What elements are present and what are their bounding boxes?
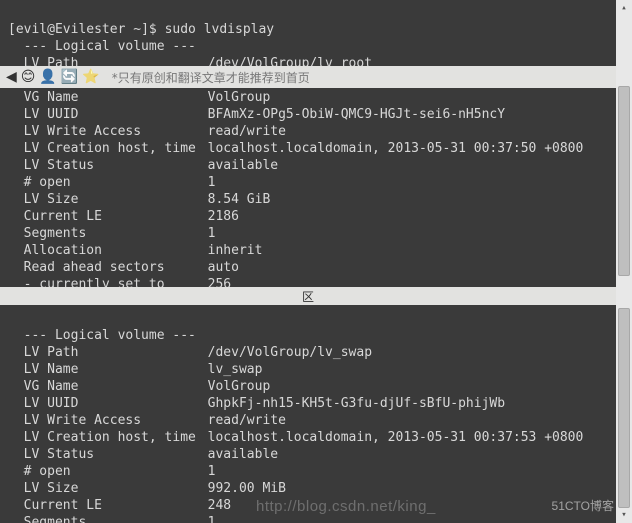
label: Current LE xyxy=(24,208,208,225)
value: inherit xyxy=(208,243,263,258)
value: read/write xyxy=(208,413,286,428)
value: available xyxy=(208,447,278,462)
section-header: --- Logical volume --- xyxy=(24,328,196,343)
value: 2186 xyxy=(208,209,239,224)
scroll-up-arrow[interactable]: ▴ xyxy=(616,0,632,16)
label: Allocation xyxy=(24,242,208,259)
label: LV Name xyxy=(24,361,208,378)
label: LV Path xyxy=(24,344,208,361)
vertical-scrollbar[interactable]: ▴ ▾ xyxy=(616,0,632,523)
label: # open xyxy=(24,463,208,480)
command-text: sudo lvdisplay xyxy=(165,22,275,37)
value: /dev/VolGroup/lv_swap xyxy=(208,345,372,360)
back-icon[interactable]: ◀ xyxy=(6,69,17,85)
value: BFAmXz-OPg5-ObiW-QMC9-HGJt-sei6-nH5ncY xyxy=(208,107,505,122)
label: LV Status xyxy=(24,157,208,174)
shell-prompt: [evil@Evilester ~] xyxy=(8,22,149,37)
region-label: 区 xyxy=(302,288,314,305)
value: VolGroup xyxy=(208,90,271,105)
value: localhost.localdomain, 2013-05-31 00:37:… xyxy=(208,141,584,156)
label: LV Write Access xyxy=(24,123,208,140)
label: LV UUID xyxy=(24,106,208,123)
label: Segments xyxy=(24,514,208,523)
smile-icon[interactable]: 😊 xyxy=(21,69,36,85)
value: 1 xyxy=(208,515,216,523)
terminal-window: [evil@Evilester ~]$ sudo lvdisplay --- L… xyxy=(0,0,632,523)
scrollbar-thumb-lower[interactable] xyxy=(618,308,630,508)
label: LV Size xyxy=(24,480,208,497)
value: 1 xyxy=(208,464,216,479)
value: auto xyxy=(208,260,239,275)
value: read/write xyxy=(208,124,286,139)
scroll-down-arrow[interactable]: ▾ xyxy=(616,507,632,523)
label: VG Name xyxy=(24,378,208,395)
label: VG Name xyxy=(24,89,208,106)
value: 1 xyxy=(208,175,216,190)
prompt-symbol: $ xyxy=(149,22,157,37)
collapsed-region-marker[interactable]: 区 xyxy=(0,287,616,305)
label: LV Creation host, time xyxy=(24,140,208,157)
value: 248 xyxy=(208,498,231,513)
value: lv_swap xyxy=(208,362,263,377)
label: LV Size xyxy=(24,191,208,208)
user-icon[interactable]: 👤 xyxy=(39,69,56,85)
value: 992.00 MiB xyxy=(208,481,286,496)
label: LV Status xyxy=(24,446,208,463)
value: GhpkFj-nh15-KH5t-G3fu-djUf-sBfU-phijWb xyxy=(208,396,505,411)
overlay-note: *只有原创和翻译文章才能推荐到首页 xyxy=(112,69,310,86)
star-icon[interactable]: ⭐ xyxy=(82,69,99,85)
scrollbar-thumb-upper[interactable] xyxy=(618,86,630,276)
value: 1 xyxy=(208,226,216,241)
editor-toolbar-overlay: ◀ 😊 👤 🔄 ⭐ *只有原创和翻译文章才能推荐到首页 xyxy=(0,66,616,88)
value: 8.54 GiB xyxy=(208,192,271,207)
toolbar-icons: ◀ 😊 👤 🔄 ⭐ xyxy=(6,69,100,85)
value: available xyxy=(208,158,278,173)
value: VolGroup xyxy=(208,379,271,394)
section-header: --- Logical volume --- xyxy=(24,39,196,54)
label: Segments xyxy=(24,225,208,242)
label: Read ahead sectors xyxy=(24,259,208,276)
label: LV Creation host, time xyxy=(24,429,208,446)
label: LV Write Access xyxy=(24,412,208,429)
label: Current LE xyxy=(24,497,208,514)
label: LV UUID xyxy=(24,395,208,412)
label: # open xyxy=(24,174,208,191)
value: localhost.localdomain, 2013-05-31 00:37:… xyxy=(208,430,584,445)
refresh-icon[interactable]: 🔄 xyxy=(61,69,78,85)
